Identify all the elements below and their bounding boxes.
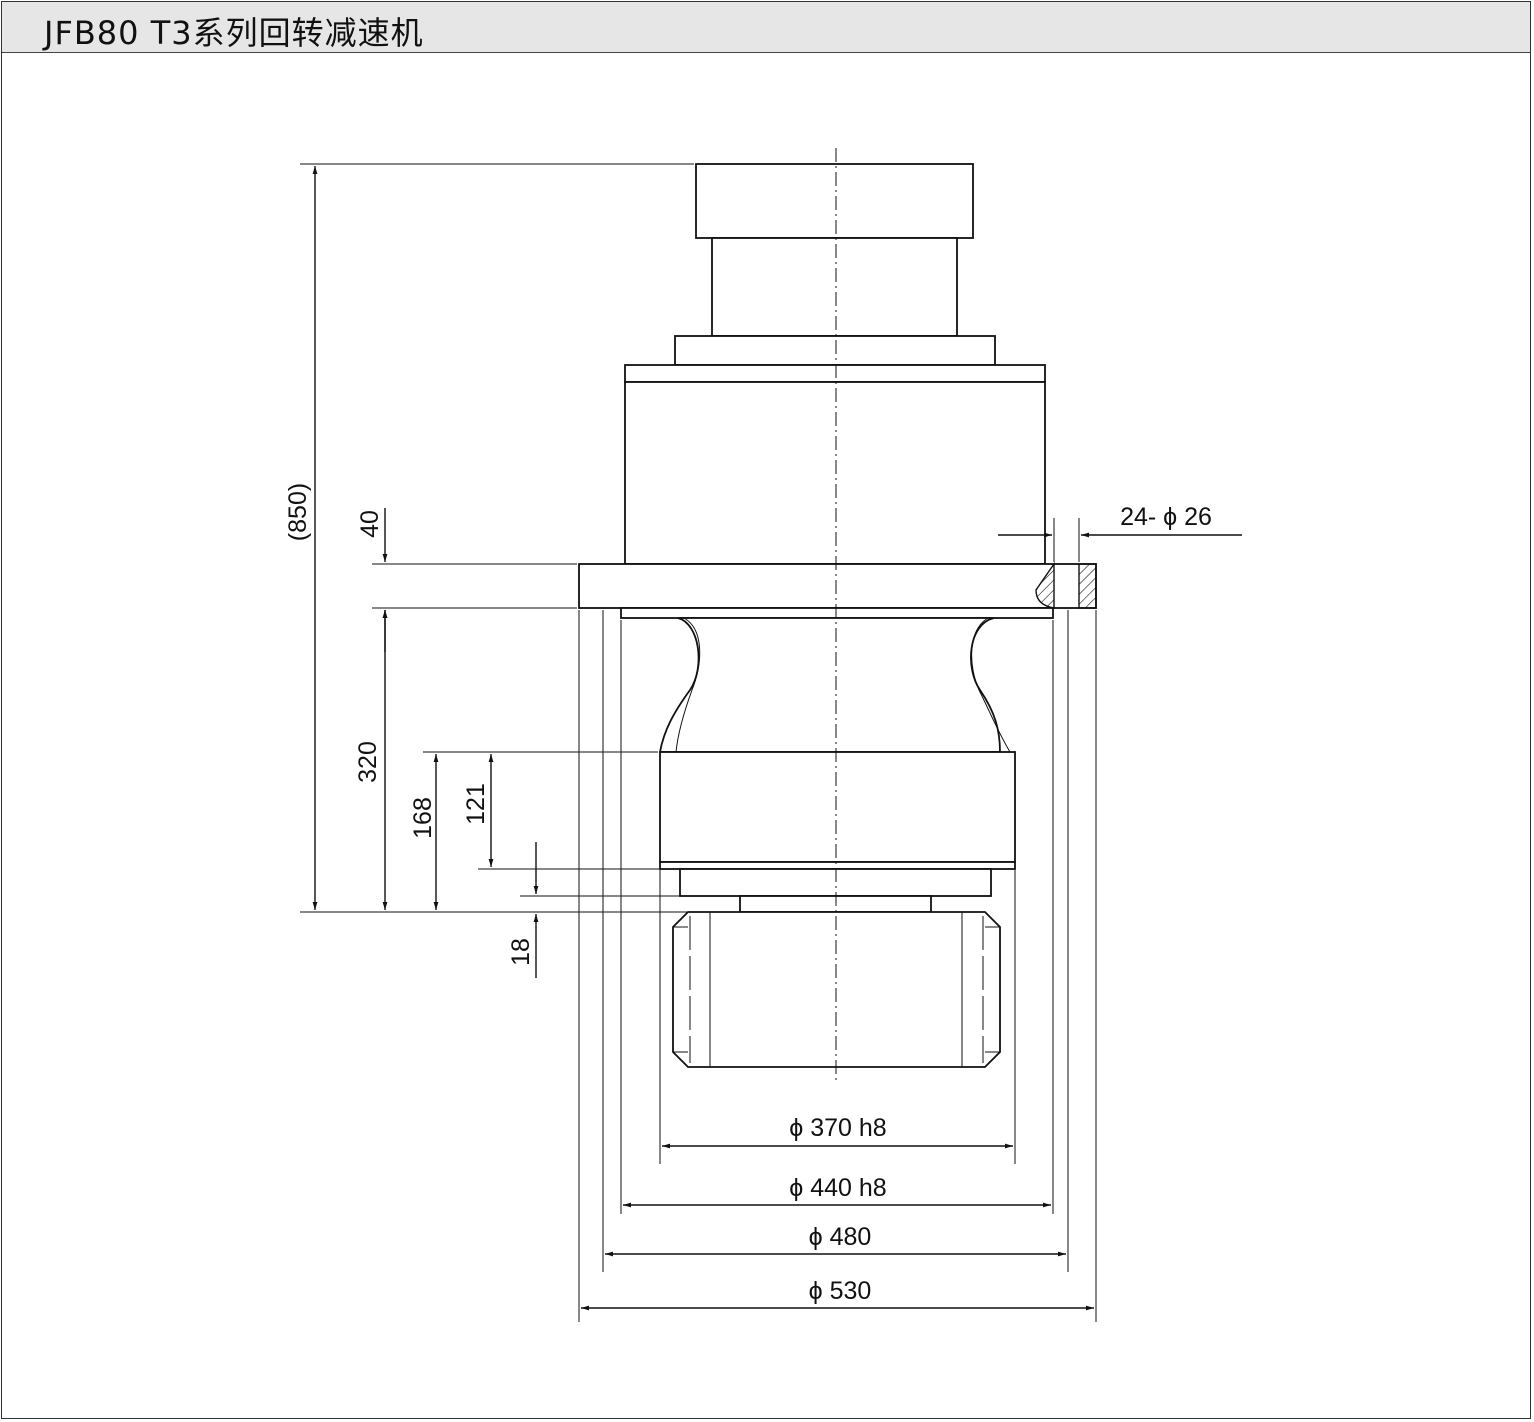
output-rim	[659, 861, 1016, 870]
dim-121: 121	[462, 783, 490, 825]
motor-cap	[695, 163, 974, 239]
reducer-drawing: (850) 40 320 168 121 18 24- ϕ 26 ϕ 370 h…	[284, 148, 1242, 1322]
housing-neck	[658, 617, 1001, 753]
housing-top-rim	[624, 364, 1046, 383]
dim-18: 18	[507, 938, 535, 966]
dim-flange-to-bottom: 320	[354, 741, 382, 783]
flange-pilot	[620, 607, 1054, 619]
output-housing	[659, 751, 1016, 863]
dim-overall-height: (850)	[284, 483, 312, 541]
dim-d440: ϕ 440 h8	[789, 1174, 886, 1202]
mounting-flange	[578, 563, 1097, 609]
adapter-plate	[674, 335, 996, 366]
dim-d530: ϕ 530	[809, 1277, 872, 1305]
dim-bolt-holes: 24- ϕ 26	[1120, 503, 1212, 531]
vertical-dimensions: (850) 40 320 168 121 18	[284, 166, 539, 978]
diameter-dimensions: ϕ 370 h8 ϕ 440 h8 ϕ 480 ϕ 530	[581, 1114, 1094, 1311]
reducer-body	[578, 163, 1097, 1068]
dim-flange-thickness: 40	[356, 510, 384, 538]
dim-168: 168	[409, 797, 437, 839]
motor-body	[711, 237, 958, 337]
dim-d370: ϕ 370 h8	[789, 1114, 886, 1142]
gear-housing	[624, 381, 1046, 565]
dim-d480: ϕ 480	[809, 1223, 872, 1251]
